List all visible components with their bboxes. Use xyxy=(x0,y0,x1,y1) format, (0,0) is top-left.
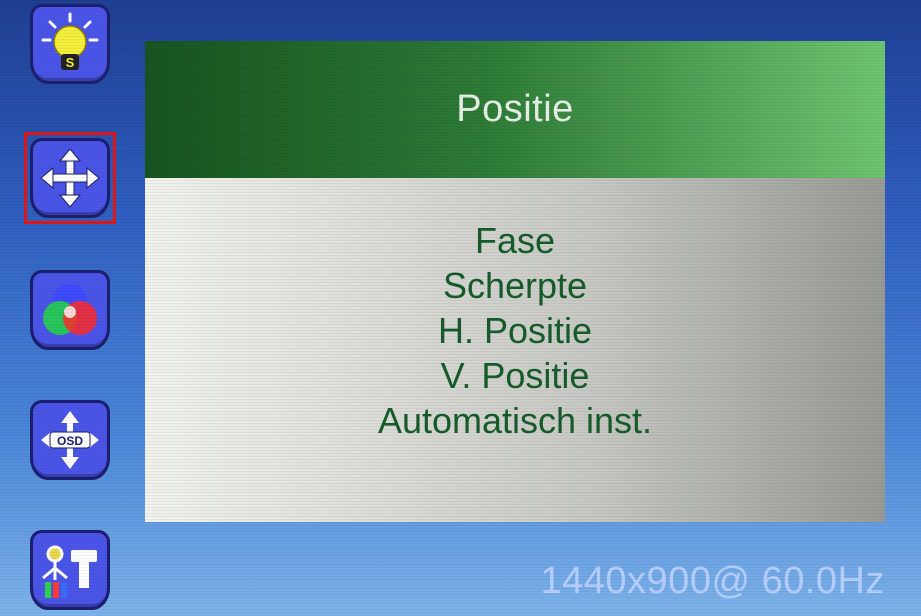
brightness-icon[interactable]: S xyxy=(30,4,110,84)
menu-item-scherpte[interactable]: Scherpte xyxy=(443,263,587,308)
menu-item-h-positie[interactable]: H. Positie xyxy=(438,308,592,353)
menu-list: Fase Scherpte H. Positie V. Positie Auto… xyxy=(145,178,885,522)
position-icon[interactable] xyxy=(30,138,110,218)
page-title: Positie xyxy=(456,88,574,130)
osd-badge: OSD xyxy=(57,434,83,448)
menu-item-v-positie[interactable]: V. Positie xyxy=(441,353,590,398)
color-icon[interactable] xyxy=(30,270,110,350)
menu-item-fase[interactable]: Fase xyxy=(475,218,555,263)
menu-item-automatisch-inst[interactable]: Automatisch inst. xyxy=(378,398,652,443)
osd-sidebar: S OSD xyxy=(0,0,130,616)
osd-position-icon[interactable]: OSD xyxy=(30,400,110,480)
brightness-badge: S xyxy=(66,55,75,70)
setup-icon[interactable] xyxy=(30,530,110,610)
osd-menu-panel: Positie Fase Scherpte H. Positie V. Posi… xyxy=(145,41,885,522)
panel-header: Positie xyxy=(145,41,885,178)
resolution-status: 1440x900@ 60.0Hz xyxy=(540,560,885,602)
